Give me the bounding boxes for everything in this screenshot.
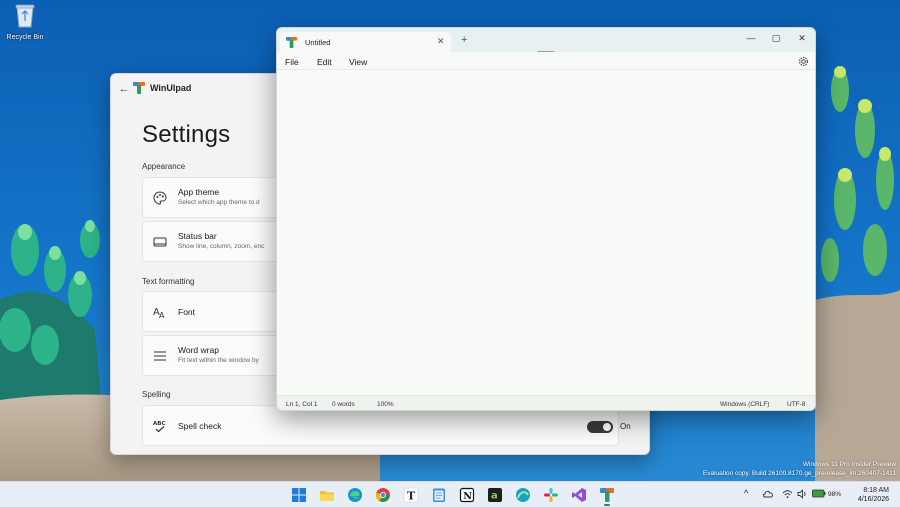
word-wrap-title: Word wrap [178,345,219,355]
notepad-icon[interactable] [431,487,447,503]
new-tab-button[interactable]: + [461,34,467,46]
winuipad-logo-icon [133,82,145,94]
chrome-icon[interactable] [375,487,391,503]
spell-check-toggle[interactable] [587,421,613,433]
palette-icon [153,191,167,205]
word-wrap-desc: Fit text within the window by [178,357,259,364]
cloud-icon[interactable] [762,489,774,499]
status-bar-title: Status bar [178,231,217,241]
status-bar: Ln 1, Col 1 0 words 100% Windows (CRLF) … [277,395,815,410]
visual-studio-icon[interactable] [571,487,587,503]
word-wrap-icon [154,351,166,361]
toggle-knob [603,423,611,431]
font-title: Font [178,307,196,317]
windows-watermark: Windows 11 Pro Insider Preview Evaluatio… [703,460,896,478]
typora-icon[interactable]: T [403,487,419,503]
status-encoding[interactable]: UTF-8 [787,401,805,408]
taskbar: T N a ^ 98% 8:18 AM 4/16/2026 [0,481,900,507]
status-zoom[interactable]: 100% [377,401,394,408]
menu-bar: File Edit View [277,52,815,70]
font-icon: A A [153,307,165,320]
settings-app-name: WinUIpad [150,83,192,93]
active-app-indicator [604,504,610,506]
page-title: Settings [142,121,231,148]
status-bar-desc: Show line, column, zoom, enc [178,243,265,250]
clock-date: 4/16/2026 [857,496,889,503]
gear-icon[interactable] [798,56,809,67]
recycle-bin-label: Recycle Bin [6,34,44,41]
wifi-icon[interactable] [782,489,793,499]
spell-check-toggle-label: On [620,422,631,431]
spell-check-icon: ABC [153,421,166,433]
minimize-button[interactable]: — [742,31,760,45]
back-arrow-icon[interactable]: ← [117,82,131,96]
spell-check-title: Spell check [178,421,222,431]
menu-file[interactable]: File [285,57,299,67]
start-icon[interactable] [291,487,307,503]
battery-percent: 98% [828,491,842,498]
notion-icon[interactable]: N [459,487,475,503]
maximize-button[interactable]: ▢ [767,31,785,45]
status-bar-icon [153,237,167,247]
clock-time: 8:18 AM [863,487,889,494]
volume-icon[interactable] [797,489,808,499]
clock[interactable]: 8:18 AM 4/16/2026 [853,486,889,504]
notepad-titlebar[interactable]: Untitled ✕ + — ▢ ✕ [277,28,815,52]
app-theme-desc: Select which app theme to d [178,199,260,206]
svg-text:A: A [159,311,165,320]
section-text-formatting: Text formatting [142,277,195,286]
menu-view[interactable]: View [349,57,367,67]
spell-check-card: ABC Spell check On [142,405,631,446]
text-editor[interactable] [277,71,815,395]
status-word-count: 0 words [332,401,355,408]
svg-text:a: a [491,491,498,502]
edge-icon[interactable] [347,487,363,503]
close-button[interactable]: ✕ [793,31,811,45]
tab-close-icon[interactable]: ✕ [437,36,445,47]
browser-icon[interactable] [515,487,531,503]
status-position: Ln 1, Col 1 [286,401,318,408]
recycle-bin[interactable]: Recycle Bin [4,2,46,41]
status-line-ending[interactable]: Windows (CRLF) [720,401,769,408]
file-explorer-icon[interactable] [319,487,335,503]
amazon-icon[interactable]: a [487,487,503,503]
notepad-window: Untitled ✕ + — ▢ ✕ File Edit View Ln 1, … [276,27,816,411]
watermark-line2: Evaluation copy. Build 26100.8170.ge_pre… [702,470,896,477]
section-appearance: Appearance [142,162,186,171]
recycle-bin-icon [15,4,35,28]
tab-title: Untitled [305,38,331,47]
watermark-line1: Windows 11 Pro Insider Preview [802,461,896,468]
winuipad-icon[interactable] [599,487,615,503]
slack-icon[interactable] [543,487,559,503]
menu-edit[interactable]: Edit [317,57,332,67]
tab-untitled[interactable]: Untitled ✕ [280,32,451,52]
tray-chevron-icon[interactable]: ^ [744,488,748,498]
winuipad-logo-icon [286,37,297,48]
section-spelling: Spelling [142,390,171,399]
battery-icon[interactable] [812,489,826,498]
svg-text:N: N [463,491,472,502]
app-theme-title: App theme [178,187,220,197]
svg-text:T: T [407,490,416,503]
